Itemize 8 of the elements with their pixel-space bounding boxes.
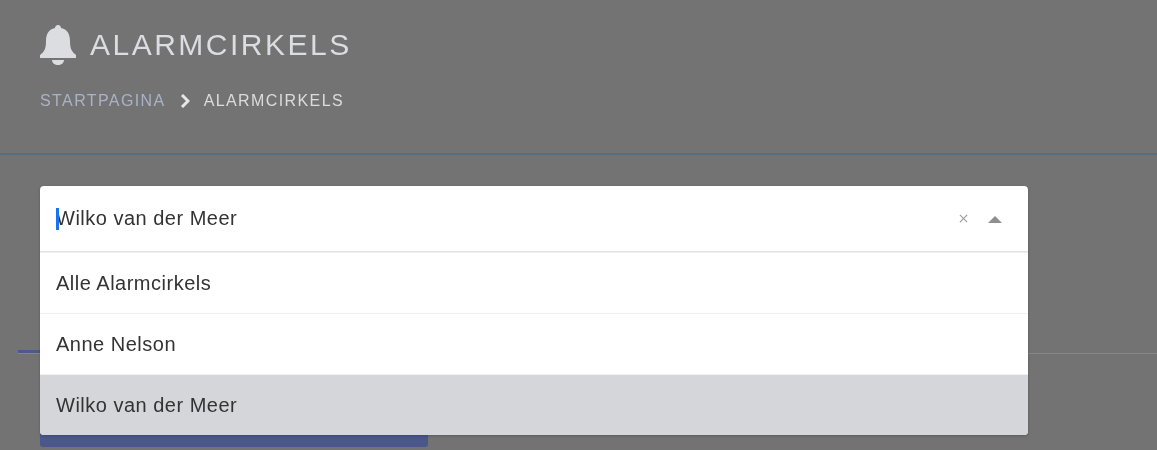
dropdown-option[interactable]: Wilko van der Meer	[40, 374, 1028, 435]
dropdown-option[interactable]: Alle Alarmcirkels	[40, 252, 1028, 313]
close-icon[interactable]	[959, 214, 968, 223]
page-title: ALARMCIRKELS	[90, 27, 352, 63]
bell-icon	[40, 25, 76, 65]
chevron-right-icon	[179, 94, 190, 108]
breadcrumb-current: ALARMCIRKELS	[203, 91, 345, 111]
caret-icon[interactable]	[988, 214, 1002, 223]
